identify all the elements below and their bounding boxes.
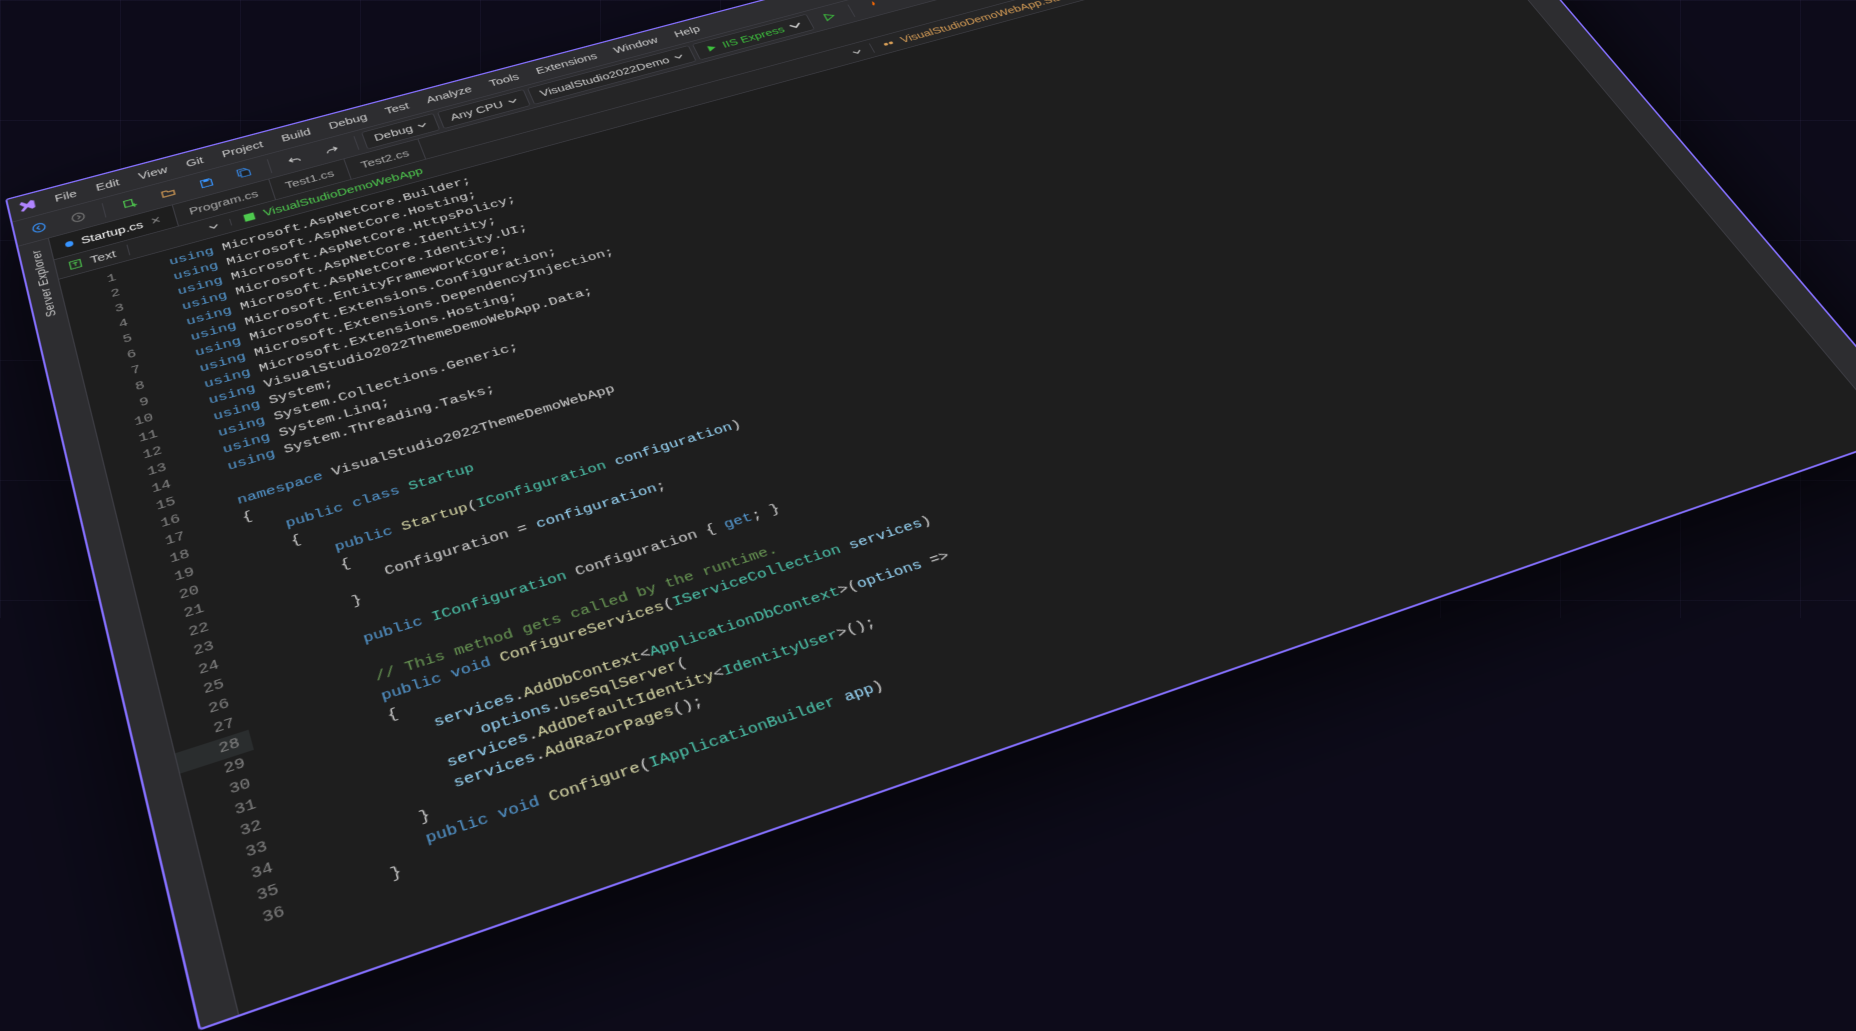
visual-studio-window: FileEditViewGitProjectBuildDebugTestAnal…	[5, 0, 1856, 1031]
modified-dot-icon	[65, 240, 74, 247]
chevron-down-icon	[851, 48, 863, 56]
text-icon	[67, 258, 83, 271]
chevron-down-icon	[417, 121, 429, 129]
close-icon[interactable]: ✕	[149, 214, 163, 227]
chevron-down-icon	[507, 97, 519, 105]
chevron-down-icon	[673, 53, 685, 61]
chevron-down-icon	[208, 222, 220, 231]
play-icon	[703, 43, 719, 54]
csharp-project-icon	[241, 211, 257, 224]
vs-logo-icon	[16, 197, 39, 215]
class-icon	[880, 38, 896, 49]
chevron-down-icon	[787, 20, 803, 31]
